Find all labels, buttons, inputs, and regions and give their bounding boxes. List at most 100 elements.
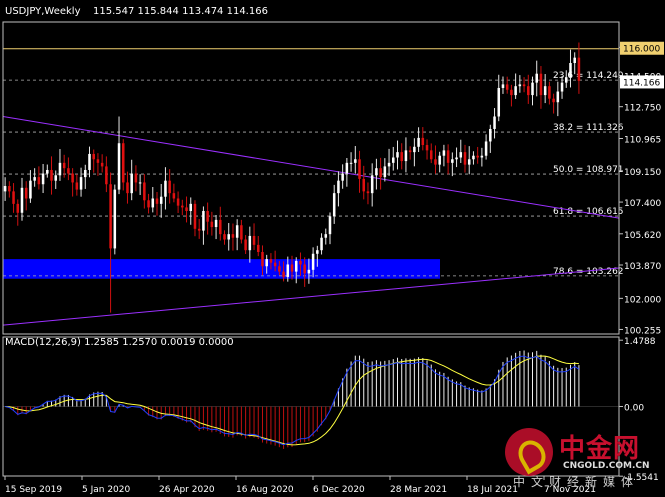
- candle-body: [105, 166, 108, 185]
- candle-body: [354, 159, 357, 163]
- candle-body: [408, 150, 412, 153]
- candle-body: [489, 128, 492, 142]
- candle-body: [303, 264, 306, 274]
- candle-body: [400, 152, 403, 162]
- candle-body: [455, 157, 458, 160]
- candle-body: [92, 153, 95, 160]
- candle-body: [176, 198, 180, 206]
- candle-body: [577, 57, 581, 81]
- candle-body: [231, 234, 235, 238]
- watermark: 中金网 CNGOLD.COM.CN 中文财经新媒体: [505, 428, 665, 489]
- candle-body: [531, 82, 534, 96]
- x-tick-label: 16 Aug 2020: [236, 485, 294, 495]
- price-tick-label: 110.965: [624, 136, 661, 146]
- candle-body: [514, 86, 517, 96]
- candle-body: [556, 91, 560, 103]
- brand-logo-icon: [505, 428, 553, 476]
- chart: 23.6 = 114.240 38.2 = 111.326 50.0 = 108.9…: [2, 6, 664, 495]
- candle-body: [392, 157, 395, 163]
- candle-body: [143, 182, 146, 201]
- candle-body: [337, 180, 340, 194]
- main-panel-frame: [2, 21, 620, 335]
- candle-body: [307, 269, 311, 274]
- candle-body: [442, 150, 446, 156]
- candle-body: [560, 82, 564, 92]
- candle-body: [252, 235, 256, 245]
- candle-body: [417, 137, 420, 147]
- candle-body: [413, 146, 416, 153]
- candle-body: [434, 159, 437, 165]
- candle-body: [320, 237, 323, 251]
- candle-body: [164, 180, 167, 197]
- candle-body: [58, 162, 62, 176]
- candle-body: [185, 207, 188, 211]
- candle-body: [75, 182, 79, 190]
- candle-body: [324, 234, 328, 238]
- candle-body: [126, 182, 129, 194]
- candle-body: [497, 87, 501, 117]
- candle-body: [46, 169, 49, 174]
- resistance-price-label: 116.000: [623, 45, 660, 55]
- ohlc-readout: 115.547 115.844 113.474 114.166: [93, 6, 268, 17]
- trendlines: [2, 115, 620, 326]
- candle-body: [421, 137, 425, 146]
- candle-body: [527, 86, 530, 96]
- candle-body: [573, 57, 576, 64]
- candle-body: [202, 210, 205, 231]
- candle-body: [396, 152, 399, 158]
- candle-body: [358, 159, 361, 179]
- candle-body: [552, 98, 555, 103]
- candle-body: [463, 152, 467, 165]
- fib-label: 50.0 = 108.971: [553, 165, 624, 175]
- candle-body: [147, 200, 150, 208]
- candle-body: [341, 173, 344, 181]
- candle-body: [159, 196, 163, 204]
- x-tick-label: 15 Sep 2019: [5, 485, 62, 495]
- candle-body: [71, 173, 74, 183]
- candle-body: [37, 177, 41, 185]
- candle-body: [278, 266, 281, 272]
- candle-body: [404, 150, 408, 162]
- candle-body: [41, 173, 45, 185]
- price-tick-label: 105.620: [624, 231, 661, 241]
- current-price-label: 114.166: [623, 78, 660, 88]
- x-tick-label: 5 Jan 2020: [82, 485, 130, 495]
- candle-body: [12, 191, 15, 204]
- candle-body: [265, 259, 268, 267]
- candle-body: [210, 221, 214, 228]
- candle-body: [3, 186, 7, 192]
- candle-body: [109, 184, 112, 249]
- candle-body: [425, 145, 429, 151]
- candle-body: [134, 173, 138, 183]
- candle-body: [548, 86, 551, 99]
- watermark-url: CNGOLD.COM.CN: [563, 461, 650, 471]
- candle-body: [193, 203, 197, 229]
- candle-body: [472, 155, 475, 160]
- watermark-brand: 中金网: [559, 434, 641, 464]
- candle-body: [96, 159, 100, 163]
- fib-label: 23.6 = 114.240: [553, 71, 624, 81]
- candle-body: [349, 162, 353, 164]
- candle-body: [383, 166, 387, 178]
- watermark-slogan: 中文财经新媒体: [513, 475, 640, 489]
- candle-body: [117, 143, 121, 190]
- price-tick-label: 103.870: [624, 262, 661, 272]
- candle-body: [375, 168, 378, 176]
- candle-body: [79, 177, 83, 190]
- candle-body: [480, 155, 484, 158]
- macd-title: MACD(12,26,9) 1.2585 1.2570 0.0019 0.000…: [5, 337, 234, 348]
- candle-body: [379, 168, 382, 178]
- macd-tick-label: 0.00: [624, 404, 644, 414]
- candle-body: [248, 235, 252, 251]
- candle-body: [88, 153, 91, 170]
- candle-body: [130, 173, 133, 194]
- candle-body: [467, 159, 471, 165]
- candle-body: [332, 193, 336, 217]
- price-tick-label: 112.750: [624, 104, 661, 114]
- candle-body: [510, 89, 513, 96]
- candle-body: [543, 86, 547, 96]
- candle-body: [223, 234, 226, 240]
- candle-body: [522, 84, 526, 87]
- candle-body: [168, 180, 171, 194]
- candle-body: [539, 73, 543, 96]
